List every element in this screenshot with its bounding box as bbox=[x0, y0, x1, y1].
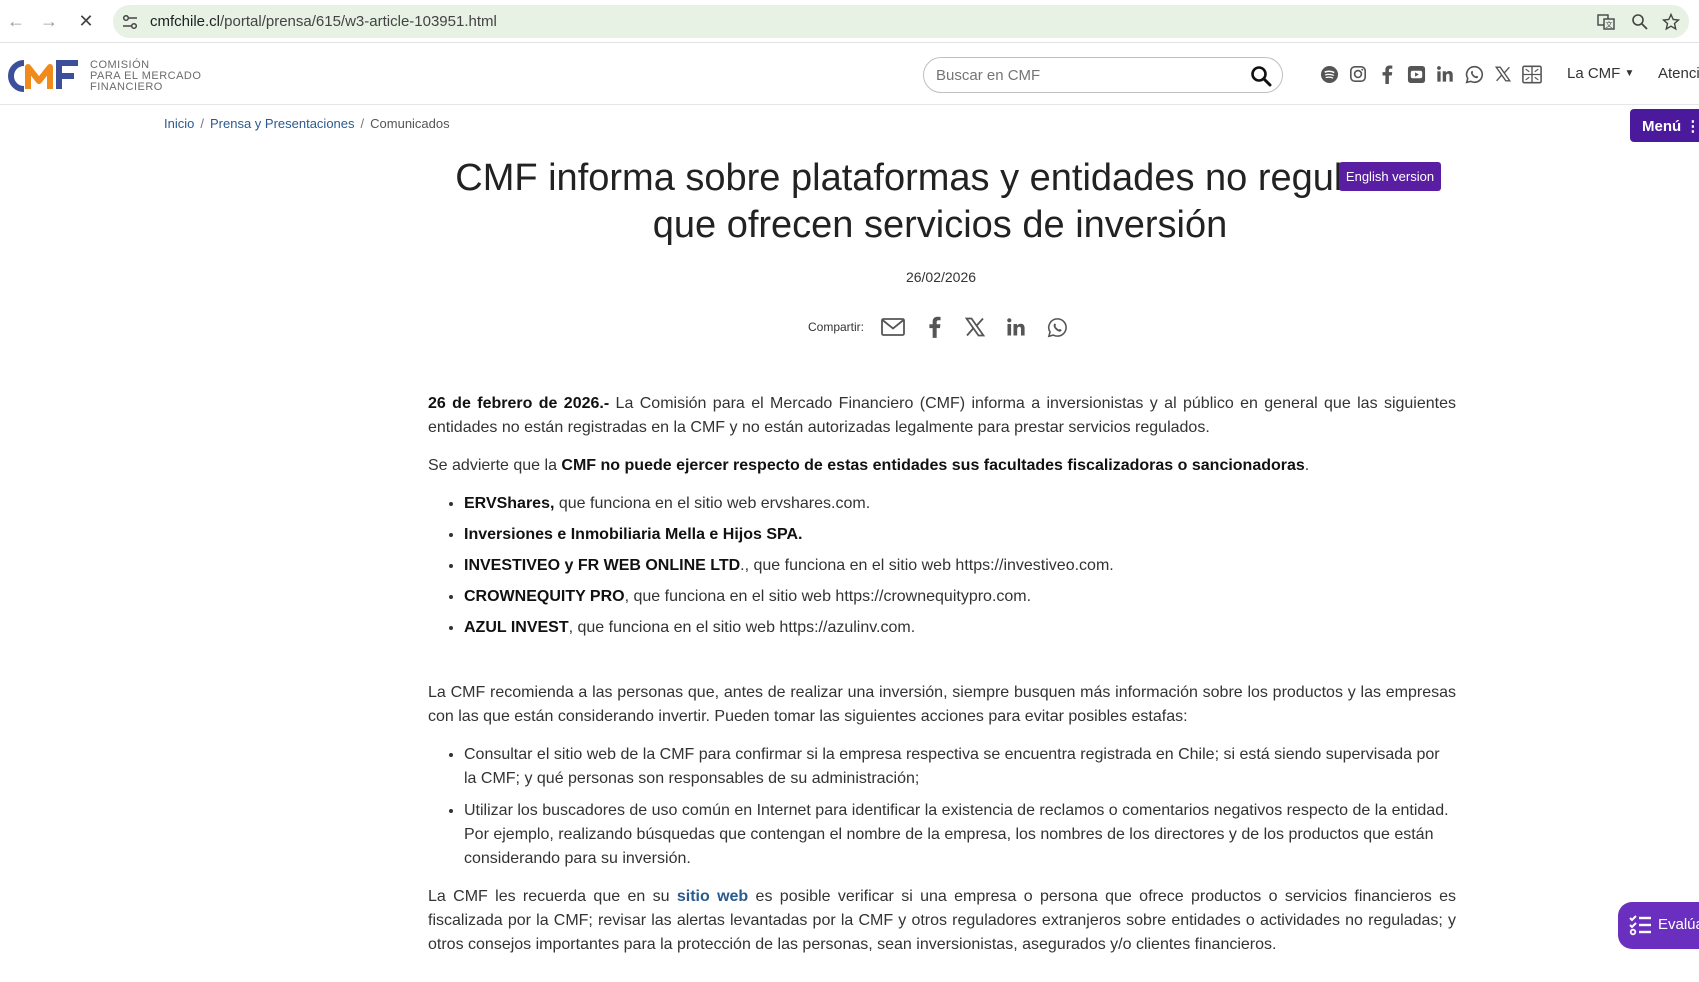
article-text: Se advierte que la bbox=[428, 457, 562, 474]
list-item: Inversiones e Inmobiliaria Mella e Hijos… bbox=[464, 523, 1456, 547]
search-icon[interactable] bbox=[1250, 65, 1272, 87]
entity-name: INVESTIVEO y FR WEB ONLINE LTD bbox=[464, 557, 741, 574]
sitio-web-link[interactable]: sitio web bbox=[677, 888, 748, 905]
entity-desc: ., que funciona en el sitio web https://… bbox=[740, 557, 1114, 574]
list-item: Consultar el sitio web de la CMF para co… bbox=[464, 743, 1456, 791]
entity-desc: que funciona en el sitio web ervshares.c… bbox=[554, 495, 871, 512]
article-paragraph-2: Se advierte que la CMF no puede ejercer … bbox=[428, 454, 1456, 478]
share-bar: Compartir: bbox=[808, 314, 1085, 340]
article-paragraph-3: La CMF recomienda a las personas que, an… bbox=[428, 684, 1456, 725]
bookmark-star-icon[interactable] bbox=[1661, 12, 1681, 31]
nav-la-cmf-dropdown[interactable]: La CMF ▼ bbox=[1567, 65, 1634, 82]
menu-button[interactable]: Menú ⋮ ▼ bbox=[1630, 109, 1699, 142]
evaluate-button[interactable]: Evalúa bbox=[1618, 902, 1699, 949]
publish-date: 26/02/2026 bbox=[905, 269, 977, 285]
url-path: /portal/prensa/615/w3-article-103951.htm… bbox=[220, 13, 497, 30]
entity-name: ERVShares, bbox=[464, 495, 555, 512]
linkedin-share-icon[interactable] bbox=[1003, 314, 1029, 340]
cmf-logo-mark bbox=[8, 60, 78, 92]
article-text: La CMF les recuerda que en su bbox=[428, 888, 677, 905]
menu-label: Menú bbox=[1642, 118, 1682, 135]
back-icon[interactable]: ← bbox=[5, 10, 27, 32]
english-version-button[interactable]: English version bbox=[1339, 162, 1441, 191]
search-box bbox=[923, 57, 1283, 93]
list-item: ERVShares, que funciona en el sitio web … bbox=[464, 492, 1456, 516]
entity-name: AZUL INVEST bbox=[464, 619, 569, 636]
search-input[interactable] bbox=[936, 64, 1236, 86]
logo-line-1: COMISIÓN bbox=[90, 58, 150, 71]
site-header: COMISIÓN PARA EL MERCADO FINANCIERO Busc… bbox=[0, 44, 1699, 105]
entity-list: ERVShares, que funciona en el sitio web … bbox=[464, 492, 1456, 640]
cmf-logo[interactable]: COMISIÓN PARA EL MERCADO FINANCIERO bbox=[6, 56, 201, 96]
whatsapp-share-icon[interactable] bbox=[1044, 314, 1070, 340]
breadcrumb: Inicio / Prensa y Presentaciones / Comunicad… bbox=[164, 116, 450, 131]
list-item: AZUL INVEST, que funciona en el sitio we… bbox=[464, 616, 1456, 640]
entity-name: Inversiones e Inmobiliaria Mella e Hijos… bbox=[464, 526, 803, 543]
breadcrumb-prensa[interactable]: Prensa y Presentaciones bbox=[210, 116, 355, 131]
list-item: CROWNEQUITY PRO, que funciona en el siti… bbox=[464, 585, 1456, 609]
breadcrumb-inicio[interactable]: Inicio bbox=[164, 116, 194, 131]
linkedin-icon[interactable] bbox=[1435, 64, 1455, 84]
url-text[interactable]: cmfchile.cl/portal/prensa/615/w3-article… bbox=[150, 13, 497, 30]
facebook-icon[interactable] bbox=[1377, 64, 1397, 84]
entity-name: CROWNEQUITY PRO bbox=[464, 588, 625, 605]
caret-down-icon: ▼ bbox=[1624, 68, 1635, 79]
address-bar[interactable]: cmfchile.cl/portal/prensa/615/w3-article… bbox=[113, 5, 1689, 38]
email-share-icon[interactable] bbox=[880, 314, 906, 340]
forward-icon[interactable]: → bbox=[38, 10, 60, 32]
article-paragraph-4: La CMF les recuerda que en su sitio web … bbox=[428, 885, 1456, 957]
kebab-icon: ⋮ bbox=[1685, 118, 1699, 135]
url-host: cmfchile.cl bbox=[150, 13, 221, 30]
entity-desc: , que funciona en el sitio web https://c… bbox=[624, 588, 1032, 605]
svg-text:文: 文 bbox=[1606, 20, 1613, 29]
breadcrumb-current: Comunicados bbox=[370, 116, 450, 131]
browser-toolbar: ← → ✕ cmfchile.cl/portal/prensa/615/w3-a… bbox=[0, 0, 1699, 43]
article-body: 26 de febrero de 2026.- La Comisión para… bbox=[428, 392, 1456, 971]
checklist-icon bbox=[1629, 915, 1651, 936]
translate-icon[interactable]: 文 bbox=[1597, 13, 1615, 31]
breadcrumb-separator: / bbox=[360, 116, 365, 131]
list-item: Utilizar los buscadores de uso común en … bbox=[464, 799, 1456, 871]
evaluate-label: Evalúa bbox=[1658, 916, 1699, 933]
facebook-share-icon[interactable] bbox=[921, 314, 947, 340]
flickr-icon[interactable] bbox=[1522, 64, 1542, 84]
entity-desc: , que funciona en el sitio web https://a… bbox=[568, 619, 916, 636]
page-title: CMF informa sobre plataformas y entidade… bbox=[455, 157, 1425, 246]
share-label: Compartir: bbox=[808, 320, 865, 334]
stop-loading-icon[interactable]: ✕ bbox=[75, 10, 97, 32]
logo-line-2: PARA EL MERCADO bbox=[90, 69, 202, 82]
tips-list: Consultar el sitio web de la CMF para co… bbox=[464, 743, 1456, 871]
spotify-icon[interactable] bbox=[1319, 64, 1339, 84]
zoom-icon[interactable] bbox=[1631, 13, 1649, 31]
whatsapp-icon[interactable] bbox=[1464, 64, 1484, 84]
instagram-icon[interactable] bbox=[1348, 64, 1368, 84]
youtube-icon[interactable] bbox=[1406, 64, 1426, 84]
nav-la-cmf-label: La CMF bbox=[1567, 65, 1621, 82]
breadcrumb-separator: / bbox=[200, 116, 204, 131]
site-settings-icon[interactable] bbox=[121, 13, 139, 31]
article-lead-date: 26 de febrero de 2026.- bbox=[428, 395, 610, 412]
article-text: . bbox=[1304, 457, 1310, 474]
logo-line-3: FINANCIERO bbox=[90, 80, 163, 93]
logo-text: COMISIÓN PARA EL MERCADO FINANCIERO bbox=[90, 58, 202, 93]
social-links bbox=[1319, 64, 1542, 84]
x-share-icon[interactable] bbox=[962, 314, 988, 340]
article-paragraph-1: 26 de febrero de 2026.- La Comisión para… bbox=[428, 392, 1456, 440]
nav-atencion[interactable]: Atenci bbox=[1658, 65, 1699, 82]
warning-bold-text: CMF no puede ejercer respecto de estas e… bbox=[561, 457, 1305, 474]
x-icon[interactable] bbox=[1493, 64, 1513, 84]
list-item: INVESTIVEO y FR WEB ONLINE LTD., que fun… bbox=[464, 554, 1456, 578]
